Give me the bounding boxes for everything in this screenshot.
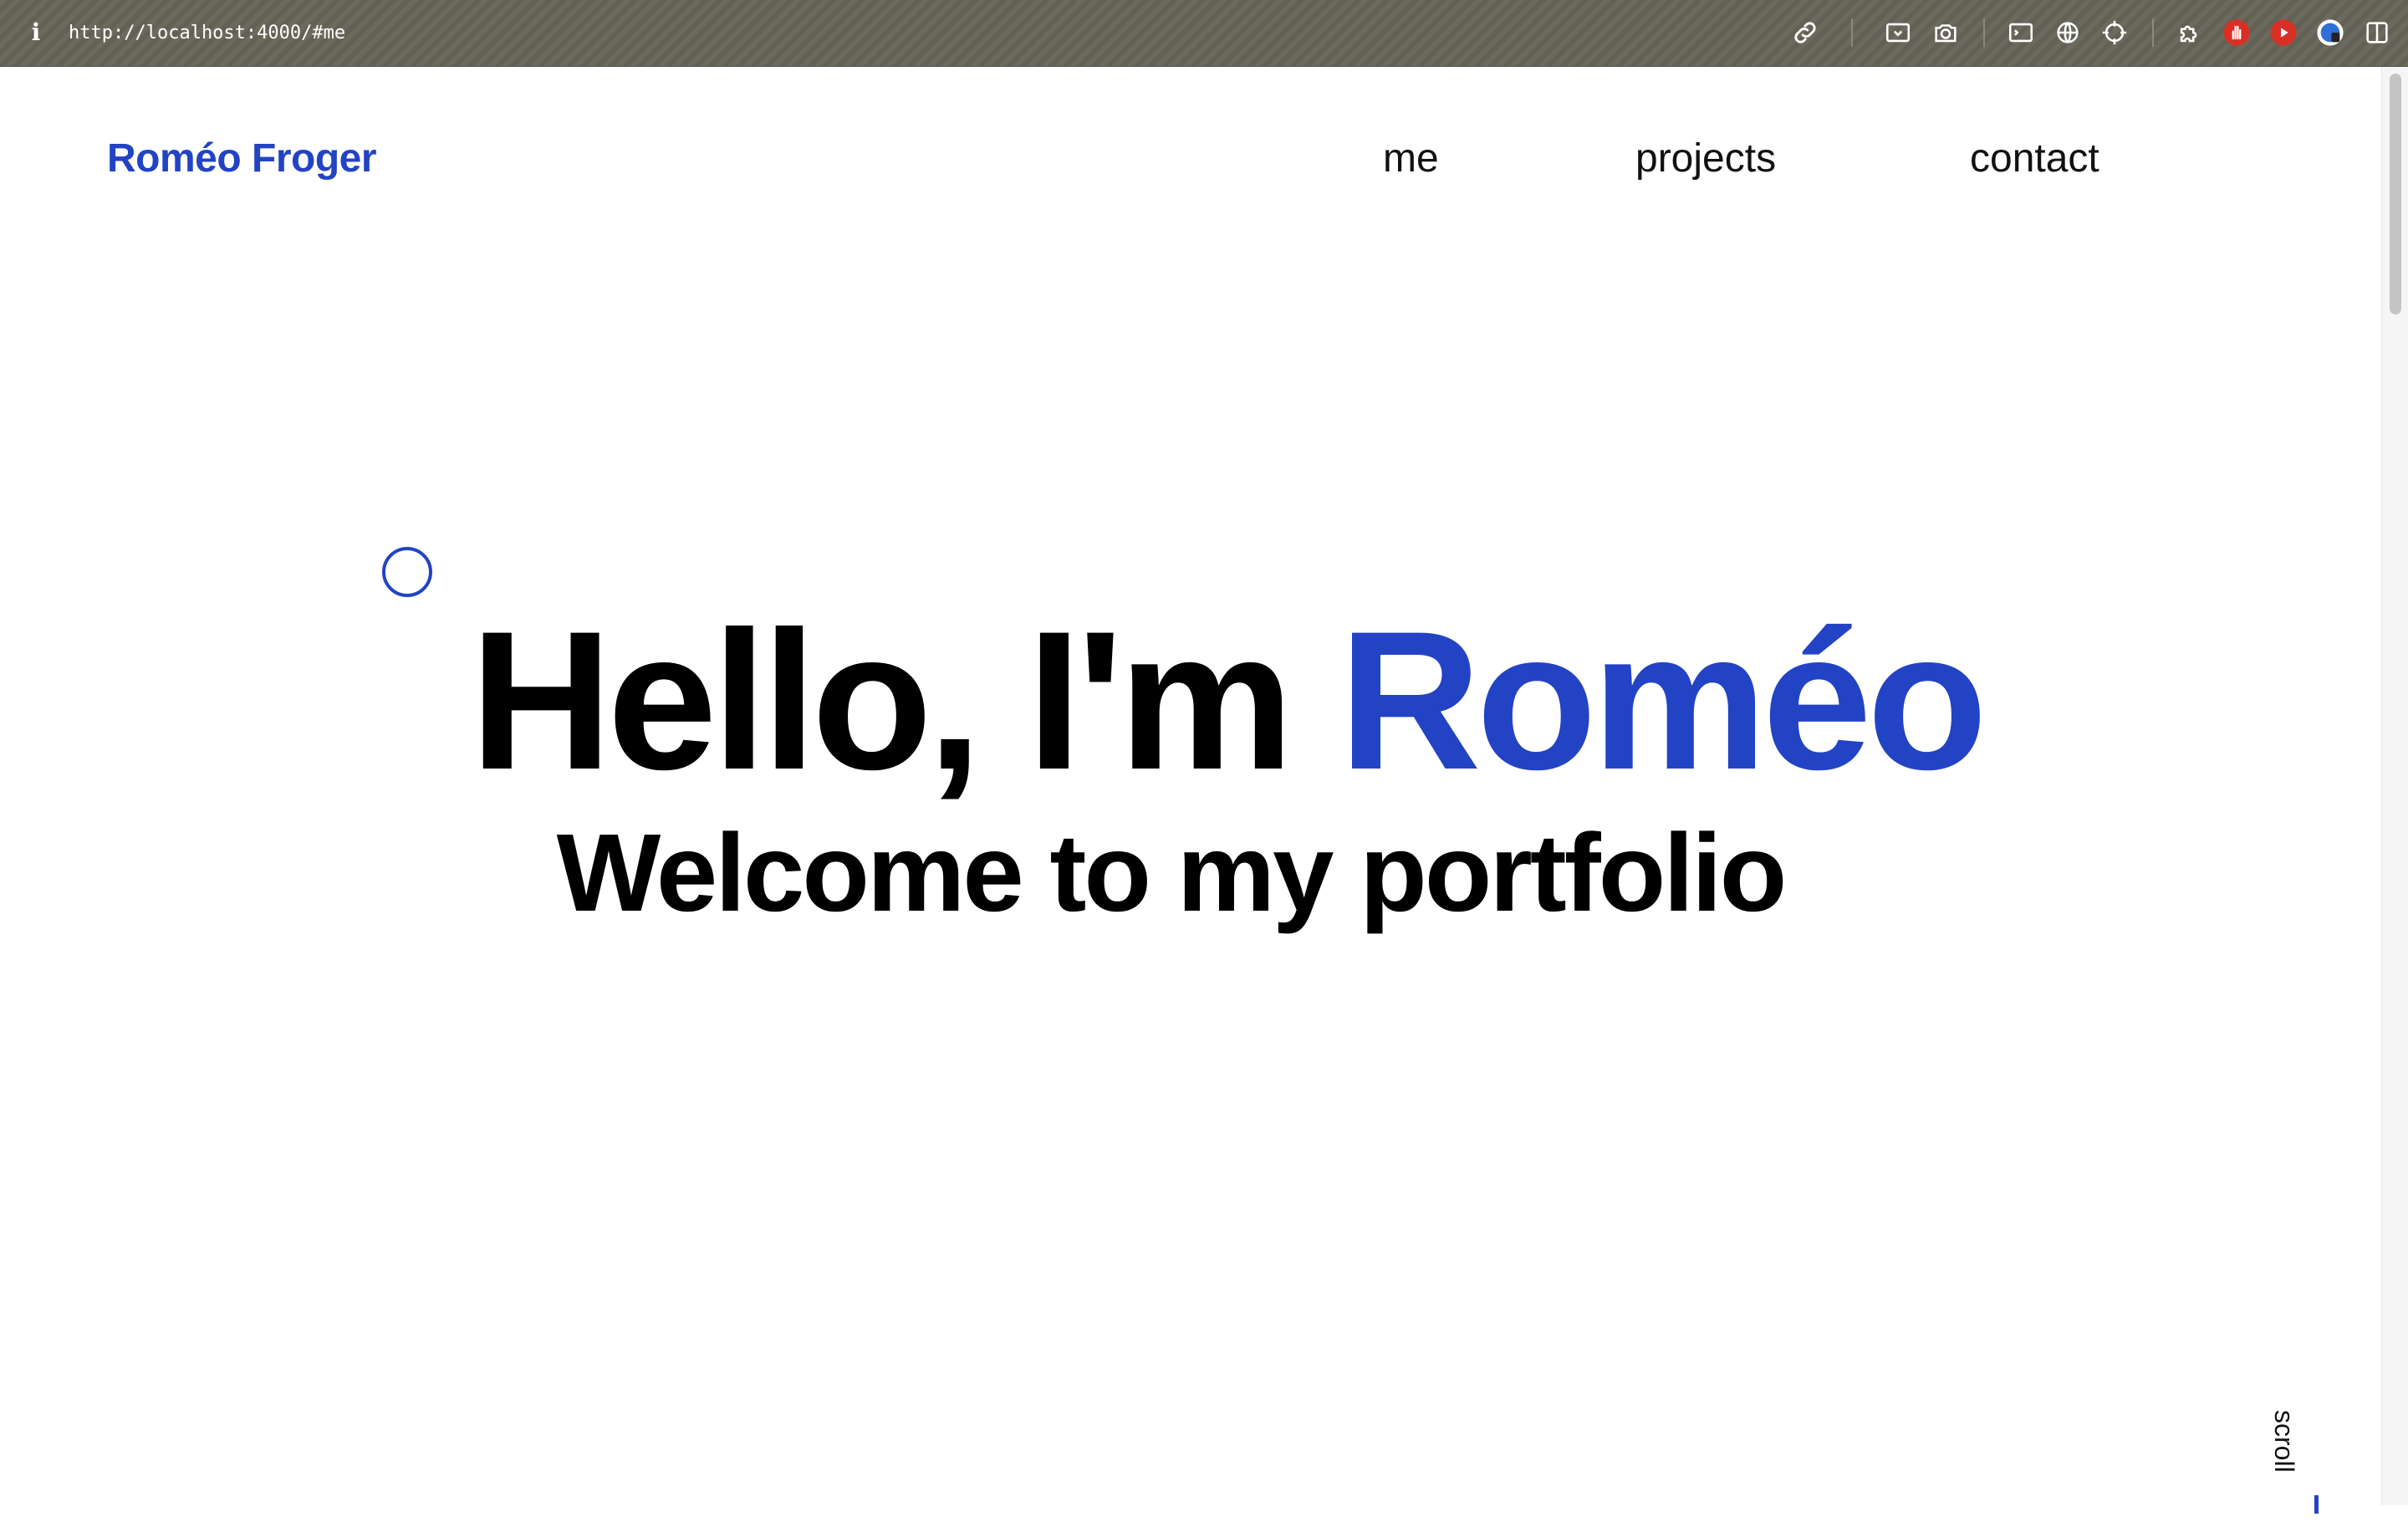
vertical-scrollbar[interactable] (2381, 67, 2408, 1505)
nav-link-projects[interactable]: projects (1635, 135, 1776, 181)
hero-greeting: Hello, I'm (470, 590, 1339, 811)
address-bar[interactable]: http://localhost:4000/#me (69, 18, 345, 49)
scroll-indicator[interactable]: scroll (2269, 1338, 2336, 1522)
crosshair-icon[interactable] (2100, 18, 2129, 47)
sidebar-toggle-icon[interactable] (2363, 18, 2391, 47)
link-icon[interactable] (1791, 18, 1819, 47)
scrollbar-thumb[interactable] (2390, 74, 2401, 314)
terminal-icon[interactable] (2007, 18, 2035, 47)
globe-icon[interactable] (2053, 18, 2082, 47)
site-logo[interactable]: Roméo Froger (107, 135, 377, 181)
hero-name: Roméo (1339, 590, 1987, 811)
screenshot-area-icon[interactable] (1884, 18, 1912, 47)
scroll-line (2314, 1495, 2319, 1514)
scroll-label: scroll (2269, 1410, 2299, 1473)
toolbar-separator (1983, 18, 1985, 47)
camera-icon[interactable] (1931, 18, 1960, 47)
hero-subtitle: Welcome to my portfolio (556, 811, 1788, 934)
cursor-circle (382, 547, 432, 597)
extension-icon[interactable] (2176, 18, 2204, 47)
page-viewport: Roméo Froger me projects contact Hello, … (0, 67, 2381, 1514)
hero-heading: Hello, I'm Roméo (470, 602, 1987, 799)
browser-toolbar: i http://localhost:4000/#me (0, 0, 2408, 67)
stop-hand-icon[interactable] (2222, 18, 2251, 47)
nav-link-me[interactable]: me (1383, 135, 1439, 181)
toolbar-separator (1851, 18, 1853, 47)
site-info-icon[interactable]: i (25, 17, 47, 49)
nav-link-contact[interactable]: contact (1970, 135, 2099, 181)
profile-avatar-icon[interactable] (2316, 18, 2344, 47)
toolbar-separator (2152, 18, 2154, 47)
youtube-play-icon[interactable] (2269, 18, 2298, 47)
